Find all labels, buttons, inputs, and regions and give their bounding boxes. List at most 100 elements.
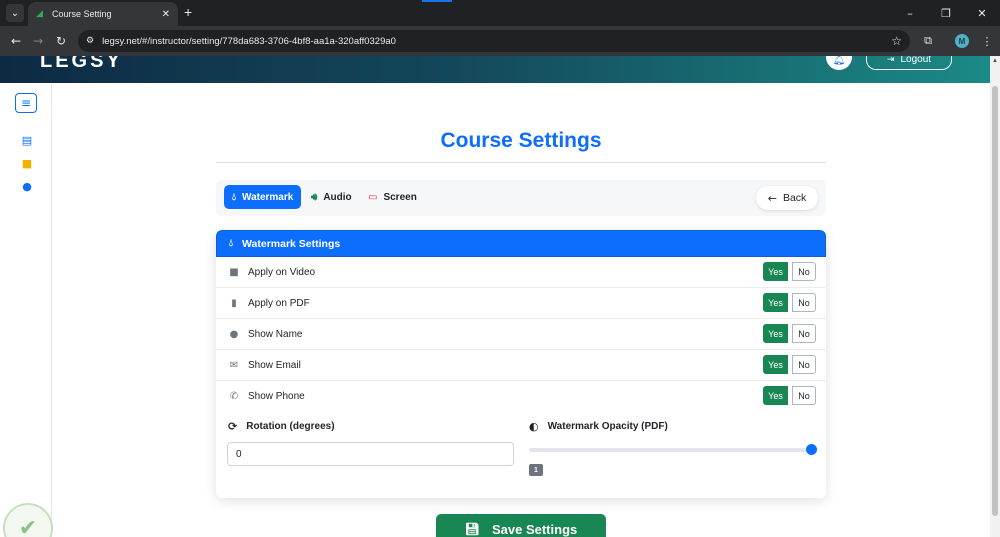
opacity-label: ◐ Watermark Opacity (PDF) [529, 420, 668, 433]
opacity-slider-thumb[interactable] [805, 444, 817, 455]
pdf-icon: ▮ [231, 297, 237, 309]
kebab-menu-icon[interactable]: ⋮ [979, 33, 995, 49]
opacity-value-badge: 1 [529, 464, 543, 476]
yes-no-toggle: Yes No [763, 262, 816, 281]
browser-tab[interactable]: ◢ Course Setting ✕ [28, 2, 178, 26]
envelope-icon: ✉ [229, 359, 239, 371]
minimize-icon[interactable]: – [892, 0, 928, 26]
card-header: 💧︎ Watermark Settings [216, 230, 826, 257]
scroll-up-icon[interactable]: ▲ [990, 58, 1000, 68]
no-button[interactable]: No [792, 262, 816, 281]
site-info-icon[interactable]: ⚙ [86, 36, 94, 46]
bookmark-star-icon[interactable]: ☆ [891, 34, 902, 48]
arrow-left-icon: ← [767, 191, 777, 205]
option-row-name: ● Show Name Yes No [216, 319, 826, 350]
opacity-label-text: Watermark Opacity (PDF) [547, 421, 668, 432]
brand-watermark-logo: ✔ [3, 503, 53, 537]
close-window-icon[interactable]: ✕ [964, 0, 1000, 26]
tab-audio-label: Audio [323, 191, 352, 203]
droplet-icon: 💧︎ [232, 191, 236, 203]
settings-tabs: 💧︎ Watermark 🔊︎ Audio ▭ Screen ← Back [216, 180, 826, 216]
back-arrow-icon[interactable]: ← [8, 33, 24, 49]
menu-toggle-icon[interactable]: ≡ [15, 93, 37, 113]
option-row-phone: ✆ Show Phone Yes No [216, 381, 826, 412]
scroll-thumb[interactable] [992, 86, 998, 516]
option-label: Apply on Video [248, 266, 316, 278]
yes-no-toggle: Yes No [763, 386, 816, 405]
user-icon: ● [229, 328, 239, 340]
tab-watermark-label: Watermark [242, 191, 294, 203]
yes-button[interactable]: Yes [763, 262, 788, 281]
tab-title: Course Setting [52, 9, 112, 19]
back-label: Back [782, 192, 807, 204]
notification-bell-icon[interactable]: 🔔︎ [826, 56, 852, 70]
logout-label: Logout [900, 56, 932, 65]
option-row-email: ✉ Show Email Yes No [216, 350, 826, 381]
no-button[interactable]: No [792, 386, 816, 405]
rotation-label: ⟳ Rotation (degrees) [228, 420, 335, 433]
forward-arrow-icon[interactable]: → [30, 33, 46, 49]
logout-button[interactable]: ⇥ Logout [866, 56, 952, 70]
tab-watermark[interactable]: 💧︎ Watermark [224, 185, 302, 209]
phone-icon: ✆ [229, 391, 239, 402]
option-label: Show Name [248, 328, 303, 340]
no-button[interactable]: No [792, 324, 816, 343]
floppy-disk-icon: 💾︎ [464, 522, 480, 536]
opacity-slider-track[interactable] [529, 448, 811, 452]
browser-tab-bar: ⌄ ◢ Course Setting ✕ + – ❐ ✕ [0, 0, 1000, 26]
sidebar: ≡ ▤ ■ ● ✔ [0, 83, 53, 537]
favicon-icon: ◢ [36, 9, 43, 19]
title-divider [216, 162, 826, 163]
tab-search-icon[interactable]: ⌄ [6, 4, 24, 22]
save-settings-label: Save Settings [491, 521, 578, 537]
restore-icon[interactable]: ❐ [928, 0, 964, 26]
back-button[interactable]: ← Back [756, 186, 818, 210]
window-controls: – ❐ ✕ [892, 0, 1000, 26]
video-icon: ■ [229, 266, 239, 278]
top-header: LEGSY 🔔︎ ⇥ Logout [0, 56, 990, 83]
yes-button[interactable]: Yes [763, 355, 788, 374]
yes-no-toggle: Yes No [763, 324, 816, 343]
new-tab-button[interactable]: + [184, 4, 192, 20]
logout-icon: ⇥ [886, 56, 895, 65]
yes-button[interactable]: Yes [763, 386, 788, 405]
no-button[interactable]: No [792, 355, 816, 374]
yes-no-toggle: Yes No [763, 293, 816, 312]
address-bar: ← → ↻ ⚙ legsy.net/#/instructor/setting/7… [0, 26, 1000, 56]
volume-icon: 🔊︎ [311, 191, 318, 203]
option-label: Apply on PDF [248, 297, 310, 309]
book-icon[interactable]: ▤ [20, 133, 34, 147]
tab-audio[interactable]: 🔊︎ Audio [303, 185, 360, 209]
tab-screen-label: Screen [383, 191, 417, 203]
yes-button[interactable]: Yes [763, 293, 788, 312]
page: LEGSY 🔔︎ ⇥ Logout ≡ ▤ ■ ● ✔ Course Setti… [0, 56, 990, 537]
droplet-icon: 💧︎ [229, 238, 233, 249]
option-row-pdf: ▮ Apply on PDF Yes No [216, 288, 826, 319]
rotation-input[interactable] [227, 442, 514, 466]
yes-no-toggle: Yes No [763, 355, 816, 374]
monitor-icon: ▭ [368, 191, 378, 203]
no-button[interactable]: No [792, 293, 816, 312]
folder-icon[interactable]: ■ [20, 156, 34, 170]
extensions-icon[interactable]: ⧉ [920, 33, 936, 49]
url-field[interactable]: ⚙ legsy.net/#/instructor/setting/778da68… [78, 30, 910, 52]
option-row-video: ■ Apply on Video Yes No [216, 257, 826, 288]
rotate-icon: ⟳ [228, 420, 238, 433]
rotation-label-text: Rotation (degrees) [246, 421, 335, 432]
reload-icon[interactable]: ↻ [53, 33, 69, 49]
tab-close-icon[interactable]: ✕ [162, 9, 170, 20]
yes-button[interactable]: Yes [763, 324, 788, 343]
card-title: Watermark Settings [242, 237, 341, 250]
tab-accent-line [422, 0, 452, 2]
option-label: Show Phone [248, 391, 305, 402]
profile-avatar[interactable]: M [955, 34, 969, 48]
url-text: legsy.net/#/instructor/setting/778da683-… [102, 35, 396, 47]
logo[interactable]: LEGSY [40, 56, 123, 73]
tab-screen[interactable]: ▭ Screen [360, 185, 425, 209]
contrast-icon: ◐ [529, 420, 539, 433]
user-icon[interactable]: ● [20, 179, 34, 193]
page-title: Course Settings [440, 129, 602, 152]
page-scrollbar[interactable]: ▲ [990, 56, 1000, 537]
watermark-settings-card: 💧︎ Watermark Settings ■ Apply on Video Y… [216, 230, 826, 498]
save-settings-button[interactable]: 💾︎ Save Settings [436, 514, 606, 537]
